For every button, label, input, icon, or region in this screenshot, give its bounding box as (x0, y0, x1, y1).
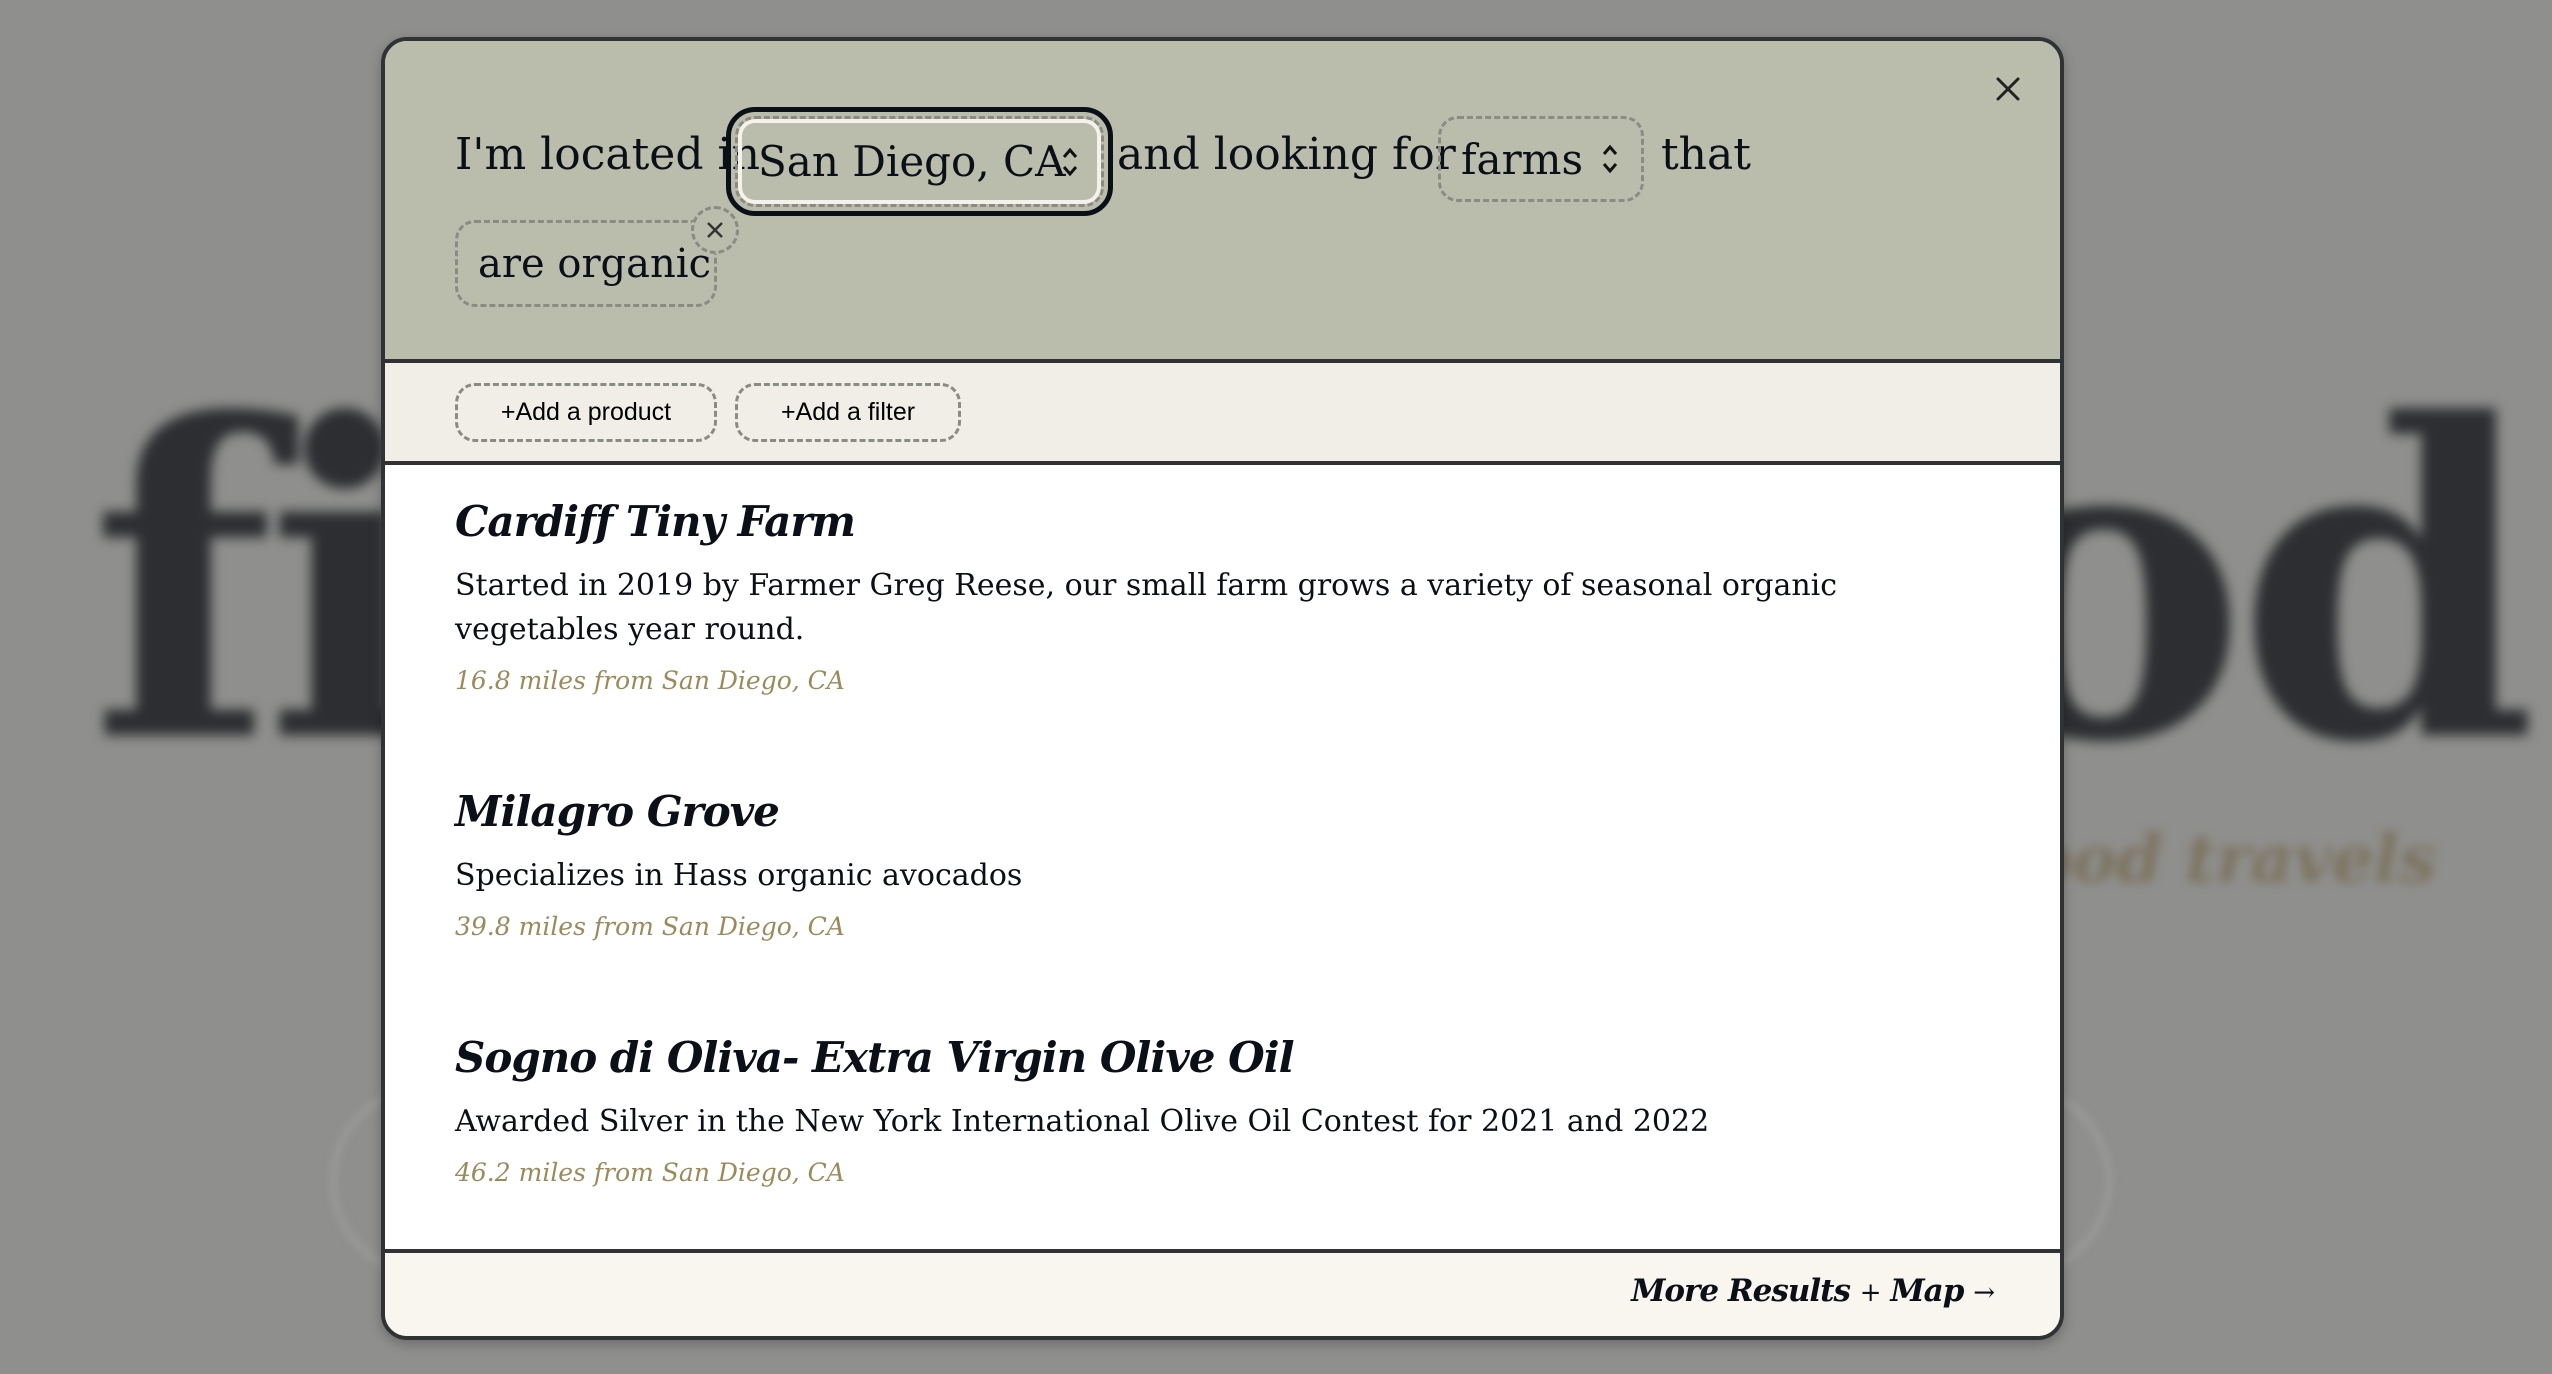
sentence-middle: and looking for (1117, 129, 1456, 180)
result-description: Specializes in Hass organic avocados (455, 858, 1023, 893)
results-list: Cardiff Tiny Farm Started in 2019 by Far… (385, 465, 2060, 1257)
result-title[interactable]: Sogno di Oliva- Extra Virgin Olive Oil (455, 1033, 1940, 1082)
location-value: San Diego, CA (758, 137, 1066, 186)
chevron-up-down-icon (1602, 144, 1618, 174)
search-header: I'm located in San Diego, CA and looking… (385, 41, 2060, 363)
result-title[interactable]: Cardiff Tiny Farm (455, 497, 1940, 546)
sentence-prefix: I'm located in (455, 129, 760, 180)
result-distance: 39.8 miles from San Diego, CA (455, 912, 845, 941)
result-description: Awarded Silver in the New York Internati… (455, 1104, 1710, 1139)
add-product-button[interactable]: +Add a product (455, 383, 717, 442)
result-description: Started in 2019 by Farmer Greg Reese, ou… (455, 568, 1838, 647)
result-item[interactable]: Cardiff Tiny Farm Started in 2019 by Far… (455, 497, 1940, 695)
location-select[interactable]: San Diego, CA (726, 107, 1113, 216)
category-select[interactable]: farms (1438, 116, 1644, 202)
plus-separator: + (1859, 1278, 1882, 1308)
result-distance: 46.2 miles from San Diego, CA (455, 1158, 845, 1187)
add-filter-button[interactable]: +Add a filter (735, 383, 961, 442)
filter-label: are organic (478, 240, 711, 287)
result-title[interactable]: Milagro Grove (455, 787, 1940, 836)
more-results-label: More Results (1631, 1273, 1851, 1309)
background-logo-left: fi (90, 332, 428, 837)
background-tagline: food travels (2000, 820, 2437, 898)
result-distance: 16.8 miles from San Diego, CA (455, 666, 845, 695)
chevron-up-down-icon (1062, 147, 1078, 176)
search-modal: I'm located in San Diego, CA and looking… (381, 37, 2064, 1340)
more-results-link[interactable]: More Results + Map → (1631, 1273, 1995, 1309)
close-icon[interactable] (1988, 69, 2028, 109)
sentence-suffix: that (1661, 129, 1751, 180)
modal-footer: More Results + Map → (385, 1249, 2060, 1336)
arrow-right-icon: → (1973, 1278, 1995, 1308)
result-item[interactable]: Milagro Grove Specializes in Hass organi… (455, 787, 1940, 941)
map-label: Map (1890, 1273, 1964, 1309)
filter-pill[interactable]: are organic (455, 220, 717, 307)
remove-filter-button[interactable] (691, 206, 739, 254)
result-item[interactable]: Sogno di Oliva- Extra Virgin Olive Oil A… (455, 1033, 1940, 1187)
close-icon (707, 222, 723, 238)
category-value: farms (1461, 134, 1584, 184)
filter-toolbar: +Add a product +Add a filter (385, 363, 2060, 465)
